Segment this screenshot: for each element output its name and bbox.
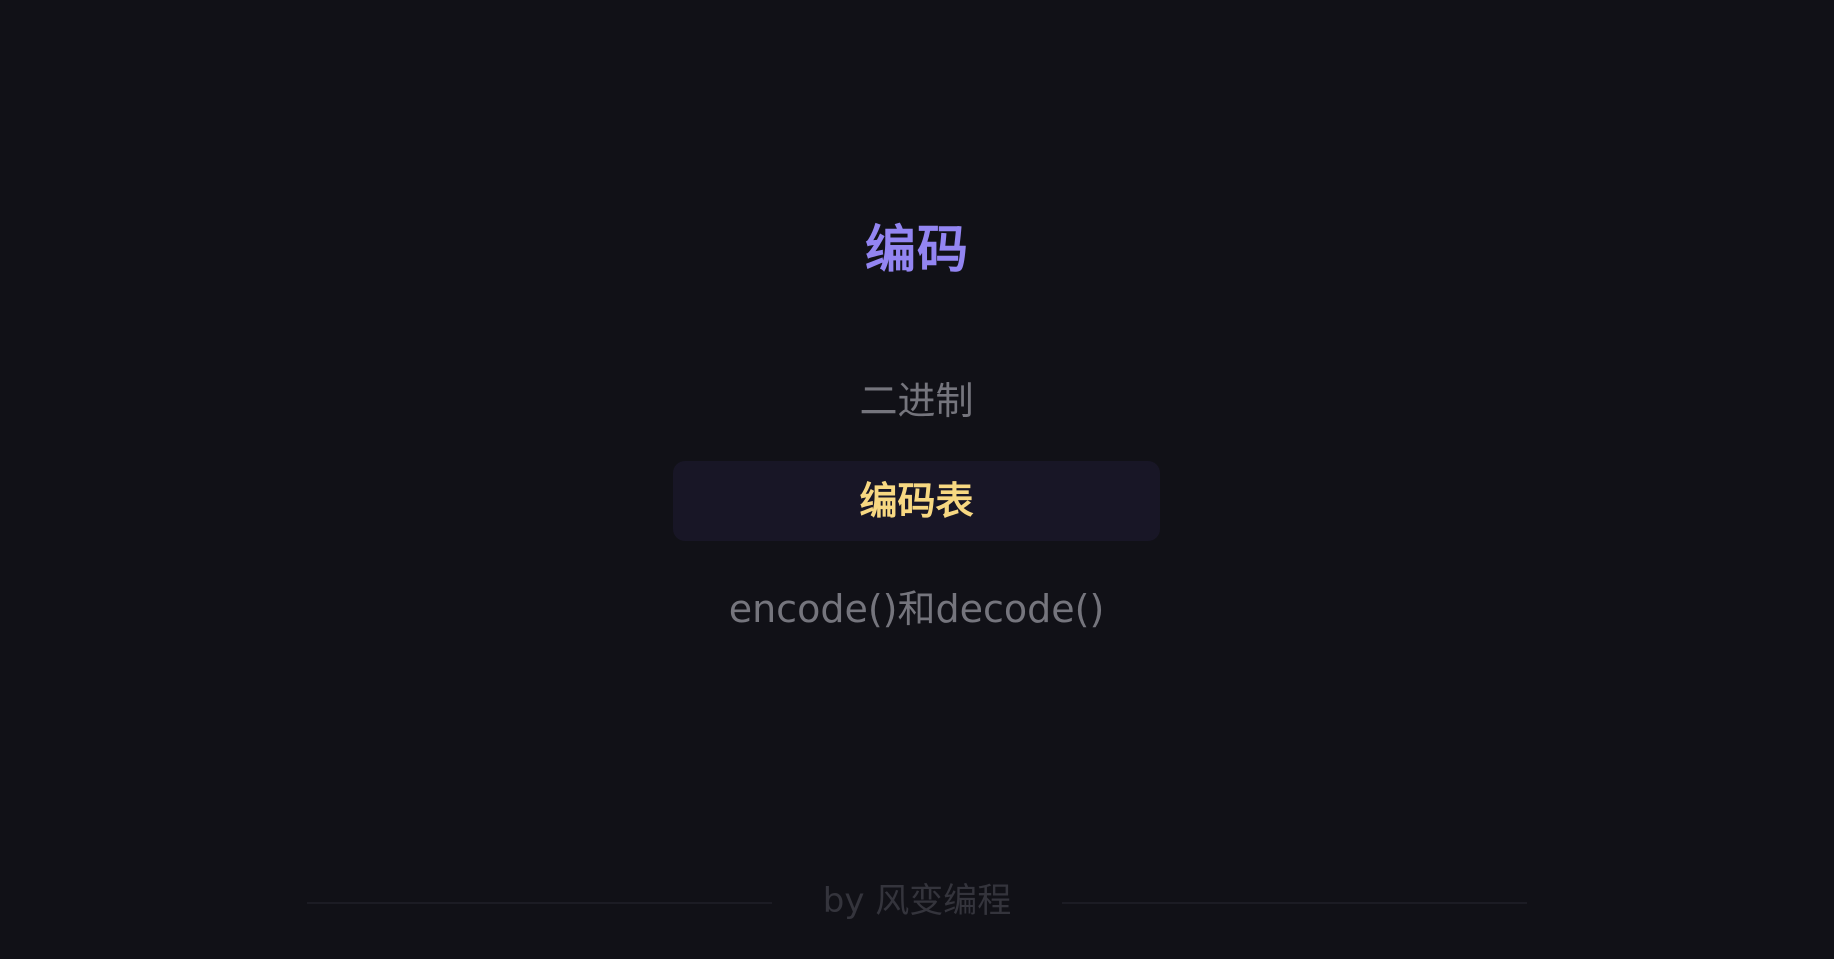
menu-item-encoding-table[interactable]: 编码表 [673,461,1160,541]
page: 编码 二进制 编码表 encode()和decode() by 风变编程 [0,0,1834,959]
menu-item-encode-decode[interactable]: encode()和decode() [673,569,1160,649]
footer-divider-left [307,902,772,904]
footer-divider-right [1062,902,1527,904]
footer: by 风变编程 [307,875,1527,927]
footer-credit: by 风变编程 [822,881,1012,921]
page-title: 编码 [864,221,969,280]
menu-item-binary[interactable]: 二进制 [673,361,1160,441]
